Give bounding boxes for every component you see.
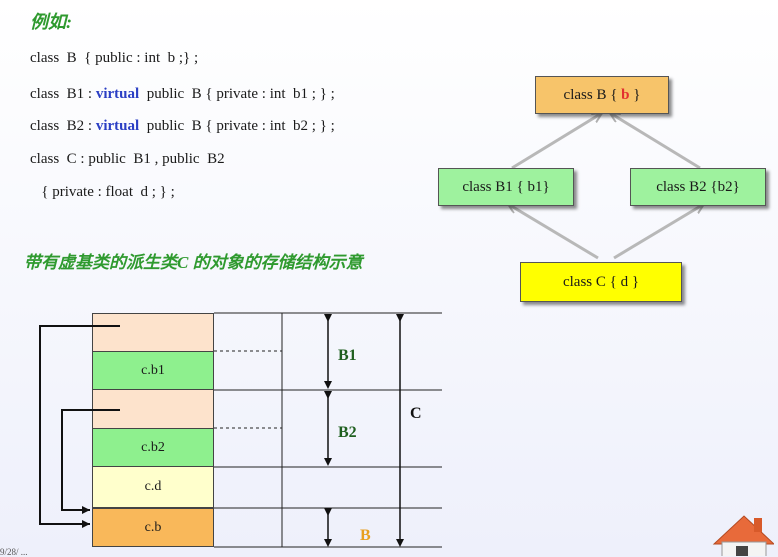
class-b-pre: class B { (563, 86, 622, 103)
diagram-caption: 带有虚基类的派生类C 的对象的存储结构示意 (24, 253, 363, 272)
code-line-5: { private : float d ; } ; (30, 184, 175, 200)
code-line-3-keyword: virtual (95, 118, 140, 134)
class-b-post: } (629, 86, 641, 103)
code-line-3: class B2 : virtual public B { private : … (30, 118, 335, 135)
label-b2: B2 (338, 424, 357, 441)
layout-lines (39, 312, 442, 548)
code-line-4: class C : public B1 , public B2 (30, 151, 225, 167)
page-heading: 例如: (30, 12, 72, 32)
code-line-2-keyword: virtual (95, 86, 140, 102)
slide-footer: 9/28/ ... (0, 547, 28, 557)
class-c-box: class C { d } (520, 262, 682, 302)
label-b: B (360, 527, 371, 544)
class-b-member: b (621, 86, 630, 103)
code-line-3-post: public B { private : int b2 ; } ; (139, 118, 335, 134)
code-line-2-pre: class B1 : (30, 86, 96, 102)
label-c: C (410, 405, 422, 422)
code-line-2-post: public B { private : int b1 ; } ; (139, 86, 335, 102)
code-line-2: class B1 : virtual public B { private : … (30, 86, 335, 103)
code-line-3-pre: class B2 : (30, 118, 96, 134)
label-b1: B1 (338, 347, 357, 364)
class-b2-box: class B2 {b2} (630, 168, 766, 206)
code-line-1: class B { public : int b ;} ; (30, 50, 199, 66)
class-b1-box: class B1 { b1} (438, 168, 574, 206)
class-b-box: class B { b } (535, 76, 669, 114)
home-icon[interactable] (710, 512, 774, 556)
